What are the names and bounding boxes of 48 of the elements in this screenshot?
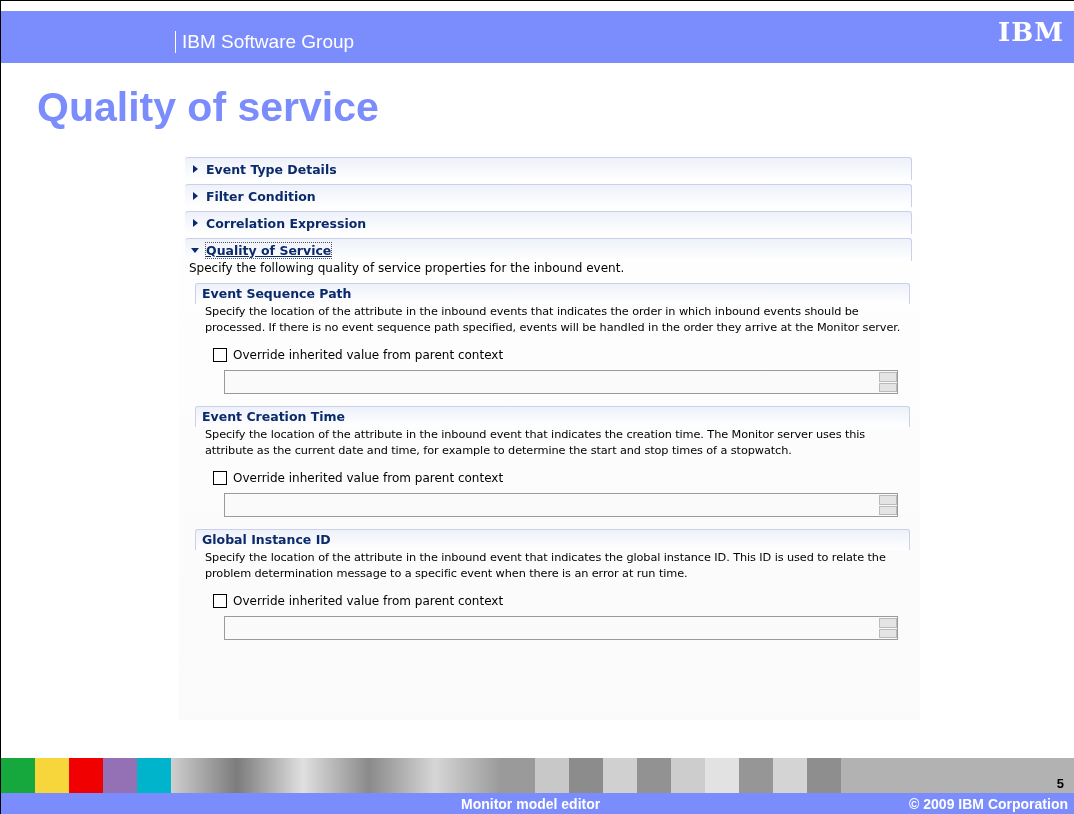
decor-tile <box>773 758 807 793</box>
decor-tile <box>671 758 705 793</box>
triangle-icon <box>191 246 199 254</box>
group-description: Specify the location of the attribute in the inbound events that indicates the order in which inbound events should be processed. If there is no event sequence path specified, events will be handled in the order they arrive at the Monitor server. <box>204 304 902 336</box>
decor-tile <box>535 758 569 793</box>
spinner-icon[interactable] <box>879 495 897 515</box>
decor-tile <box>705 758 739 793</box>
group-header: Event Sequence Path <box>195 283 910 304</box>
checkbox-label: Override inherited value from parent context <box>233 348 504 362</box>
checkbox[interactable] <box>213 594 227 608</box>
section-header[interactable]: Correlation Expression <box>185 211 912 234</box>
section-header[interactable]: Filter Condition <box>185 184 912 207</box>
group-description: Specify the location of the attribute in the inbound event that indicates the global instance ID. This ID is used to relate the problem determination message to a specific event when there is an error at run time. <box>204 550 887 582</box>
decor-tile <box>569 758 603 793</box>
spinner-icon[interactable] <box>879 372 897 392</box>
decor-tile <box>739 758 773 793</box>
color-square <box>137 758 171 793</box>
spinner-icon[interactable] <box>879 618 897 638</box>
footer-copyright: © 2009 IBM Corporation <box>909 795 1069 812</box>
section-header[interactable]: Event Type Details <box>185 157 912 180</box>
decor-tile <box>603 758 637 793</box>
decor-tile <box>637 758 671 793</box>
color-square <box>69 758 103 793</box>
header-text: IBM Software Group <box>175 31 355 53</box>
section-description: Specify the following quality of service properties for the inbound event. <box>188 261 626 277</box>
input-field[interactable] <box>224 370 898 394</box>
color-square <box>103 758 137 793</box>
triangle-icon <box>191 192 199 200</box>
slide-title: Quality of service <box>37 83 380 131</box>
decor-tile <box>807 758 841 793</box>
group-description: Specify the location of the attribute in the inbound event that indicates the creation time. The Monitor server uses this attribute as the current date and time, for example to determine the start and stop times of a stopwatch. <box>204 427 867 459</box>
checkbox-label: Override inherited value from parent context <box>233 594 504 608</box>
group-header: Event Creation Time <box>195 406 910 427</box>
input-field[interactable] <box>224 493 898 517</box>
logo-text: IBM <box>998 17 1064 47</box>
page-number: 5 <box>1056 776 1064 791</box>
color-square <box>35 758 69 793</box>
checkbox[interactable] <box>213 348 227 362</box>
input-field[interactable] <box>224 616 898 640</box>
section-header[interactable]: Quality of Service <box>185 238 912 261</box>
triangle-icon <box>191 165 199 173</box>
checkbox-label: Override inherited value from parent context <box>233 471 504 485</box>
checkbox[interactable] <box>213 471 227 485</box>
color-square <box>1 758 35 793</box>
group-header: Global Instance ID <box>195 529 910 550</box>
footer-subject: Monitor model editor <box>461 795 602 812</box>
decor-tile <box>501 758 535 793</box>
triangle-icon <box>191 219 199 227</box>
